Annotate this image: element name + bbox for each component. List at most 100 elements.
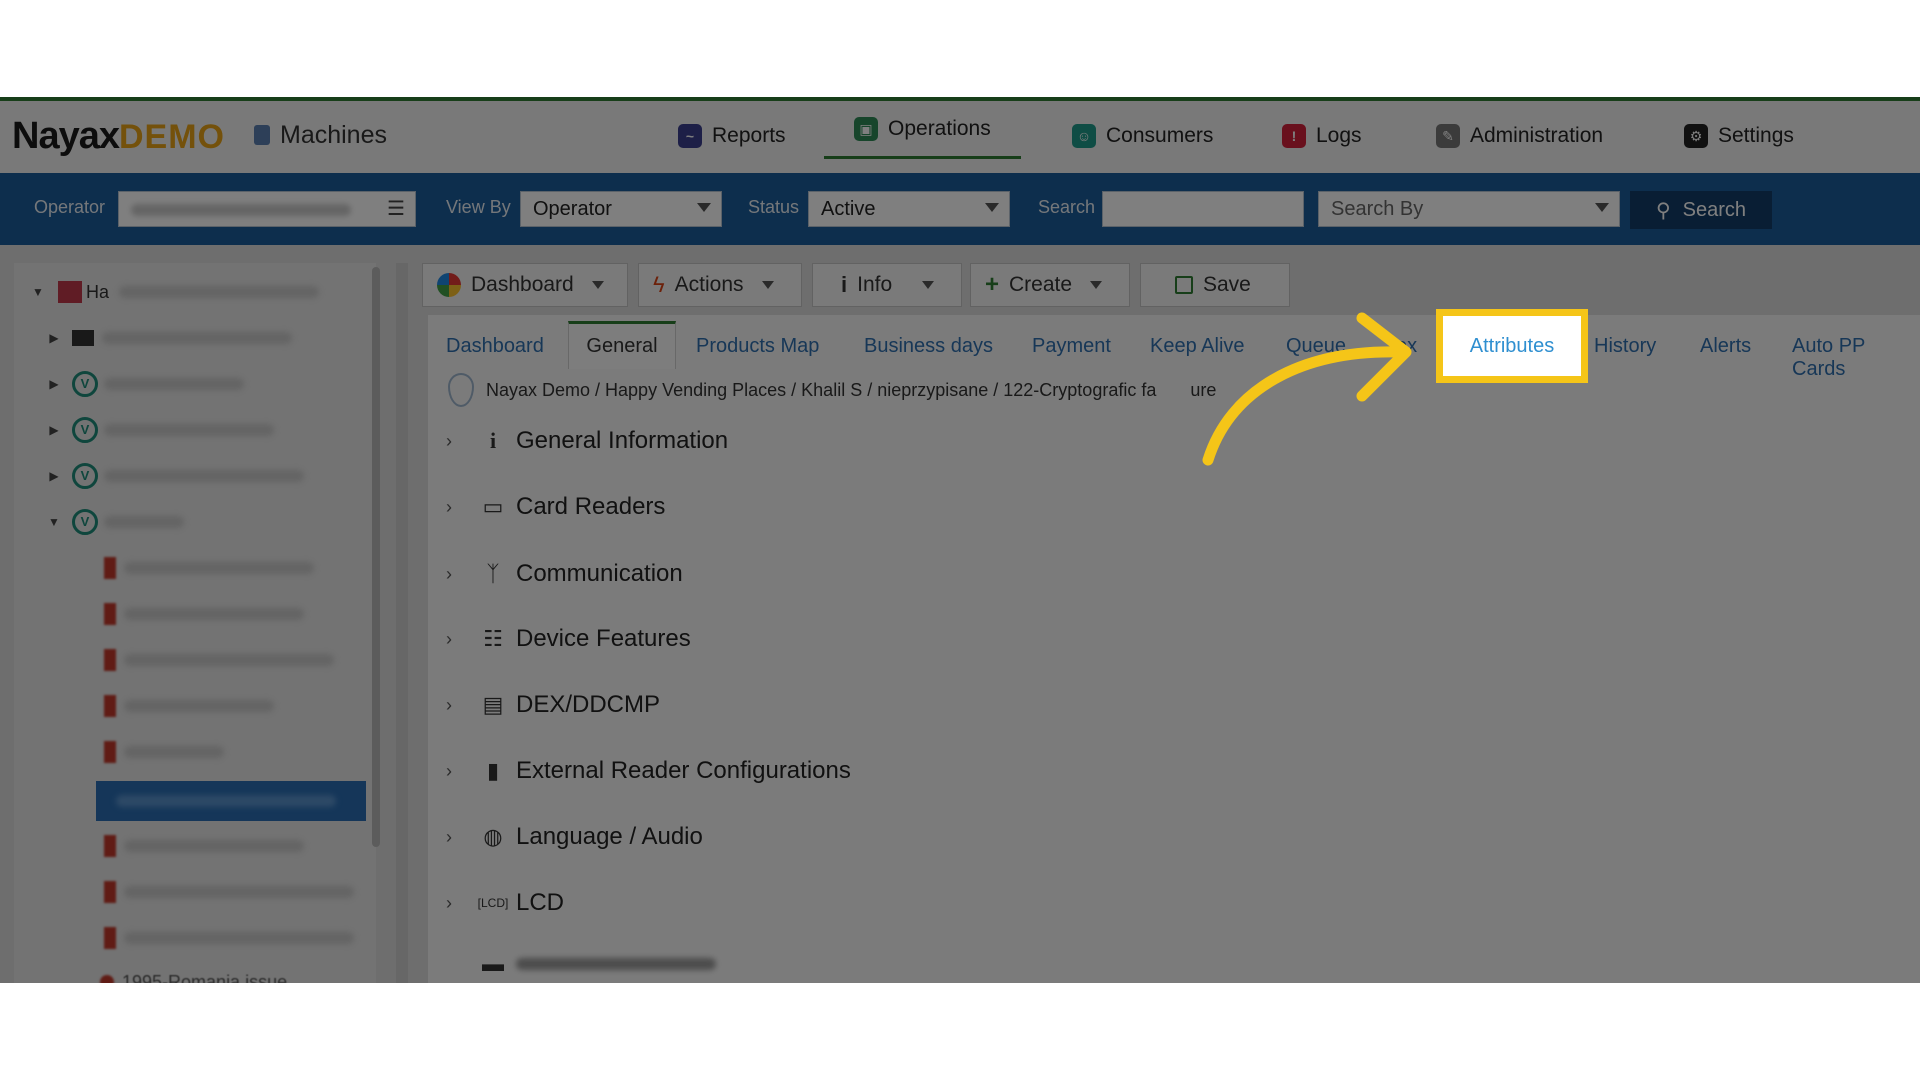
actions-menu-button[interactable]: ϟ Actions <box>638 263 802 307</box>
tab-business-days[interactable]: Business days <box>864 335 993 358</box>
section-communication[interactable]: › ᛉ Communication <box>446 560 683 588</box>
card-reader-icon: ▭ <box>482 494 504 519</box>
machine-status-icon <box>104 603 116 625</box>
expand-toggle[interactable]: ▼ <box>44 515 64 529</box>
tree-root-label: Ha <box>86 281 110 302</box>
tree-leaf[interactable] <box>104 831 304 861</box>
operator-picker[interactable]: ☰ <box>118 191 416 227</box>
info-menu-button[interactable]: i Info <box>812 263 962 307</box>
nayax-logo[interactable]: NayaxDEMO <box>12 115 225 158</box>
tree-leaf[interactable] <box>104 599 304 629</box>
tab-dashboard[interactable]: Dashboard <box>446 335 544 358</box>
expand-toggle[interactable]: ▼ <box>28 285 48 299</box>
lightning-icon: ϟ <box>653 272 665 297</box>
info-icon: i <box>489 428 497 453</box>
breadcrumb-path: Nayax Demo / Happy Vending Places / Khal… <box>486 379 1157 400</box>
search-button[interactable]: ⚲ Search <box>1630 191 1772 229</box>
tab-alerts[interactable]: Alerts <box>1700 335 1751 358</box>
chevron-right-icon: › <box>446 563 452 584</box>
nav-reports[interactable]: ~ Reports <box>678 121 786 151</box>
section-partial[interactable]: ▬ <box>446 951 716 977</box>
tab-general[interactable]: General <box>568 321 676 369</box>
viewby-select[interactable]: Operator <box>520 191 722 227</box>
save-icon <box>1175 276 1193 294</box>
document-icon: ▤ <box>482 692 504 717</box>
tree-item[interactable]: ▶ <box>44 323 292 353</box>
machine-status-icon <box>104 695 116 717</box>
tree-scrollbar[interactable] <box>372 267 380 847</box>
expand-toggle[interactable]: ▶ <box>44 469 64 483</box>
section-label: LCD <box>516 889 565 916</box>
vending-icon: V <box>72 371 98 397</box>
screenshot-stage: NayaxDEMO Machines ~ Reports ▣ Operation… <box>0 0 1920 1080</box>
dashboard-icon <box>437 273 461 297</box>
tree-item[interactable]: ▼ V <box>44 507 184 537</box>
tab-attributes[interactable]: Attributes <box>1436 309 1588 383</box>
plus-icon: + <box>985 271 1000 298</box>
tab-auto-pp-cards[interactable]: Auto PP Cards <box>1792 335 1920 381</box>
section-label: Device Features <box>516 625 691 652</box>
tree-label-redacted <box>124 886 354 898</box>
searchby-select[interactable]: Search By <box>1318 191 1620 227</box>
antenna-icon: ᛉ <box>486 561 500 586</box>
save-button-label: Save <box>1203 273 1251 296</box>
tab-history[interactable]: History <box>1594 335 1656 358</box>
expand-toggle[interactable]: ▶ <box>44 377 64 391</box>
viewby-value: Operator <box>533 198 612 220</box>
folder-icon: ▬ <box>482 951 504 976</box>
create-menu-button[interactable]: + Create <box>970 263 1130 307</box>
tree-item[interactable]: ▶ V <box>44 415 274 445</box>
panel-splitter[interactable] <box>396 263 408 983</box>
tree-item[interactable]: ▶ V <box>44 461 304 491</box>
chevron-down-icon <box>697 203 711 212</box>
tree-leaf-label: 1995-Romania issue <box>122 971 288 984</box>
tree-leaf[interactable] <box>104 691 274 721</box>
lcd-icon: [LCD] <box>477 896 509 910</box>
nav-settings[interactable]: ⚙ Settings <box>1684 121 1794 151</box>
dashboard-menu-button[interactable]: Dashboard <box>422 263 628 307</box>
vending-icon: V <box>72 417 98 443</box>
nav-operations[interactable]: ▣ Operations <box>824 115 1021 159</box>
tree-leaf[interactable] <box>104 645 334 675</box>
chevron-down-icon <box>985 203 999 212</box>
status-value: Active <box>821 198 876 220</box>
tab-payment[interactable]: Payment <box>1032 335 1111 358</box>
tab-products-map[interactable]: Products Map <box>696 335 819 358</box>
section-label: Language / Audio <box>516 823 703 850</box>
nav-consumers[interactable]: ☺ Consumers <box>1072 121 1213 151</box>
tree-leaf[interactable]: 1995-Romania issue <box>100 967 287 983</box>
section-language-audio[interactable]: › ◍ Language / Audio <box>446 823 703 851</box>
chevron-right-icon: › <box>446 760 452 781</box>
tree-leaf[interactable] <box>104 877 354 907</box>
chevron-right-icon: › <box>446 496 452 517</box>
location-pin-icon <box>448 373 474 407</box>
vending-icon: V <box>72 509 98 535</box>
breadcrumb: Nayax Demo / Happy Vending Places / Khal… <box>448 373 1216 407</box>
operator-value-redacted <box>131 204 351 216</box>
tree-leaf[interactable] <box>104 923 354 953</box>
section-dex-ddcmp[interactable]: › ▤ DEX/DDCMP <box>446 691 660 719</box>
section-lcd[interactable]: › [LCD] LCD <box>446 889 564 917</box>
section-card-readers[interactable]: › ▭ Card Readers <box>446 493 665 521</box>
tree-root[interactable]: ▼ Ha <box>28 277 320 307</box>
chevron-right-icon: › <box>446 628 452 649</box>
tree-leaf[interactable] <box>104 737 224 767</box>
chevron-down-icon <box>1595 203 1609 212</box>
tree-leaf-selected[interactable] <box>96 781 366 821</box>
tree-label-redacted <box>124 700 274 712</box>
section-device-features[interactable]: › ☷ Device Features <box>446 625 691 653</box>
tree-leaf[interactable] <box>104 553 314 583</box>
list-icon[interactable]: ☰ <box>387 196 405 221</box>
section-external-reader-configurations[interactable]: › ▮ External Reader Configurations <box>446 757 851 785</box>
nav-logs[interactable]: ! Logs <box>1282 121 1362 151</box>
nav-administration[interactable]: ✎ Administration <box>1436 121 1603 151</box>
expand-toggle[interactable]: ▶ <box>44 331 64 345</box>
module-title-label: Machines <box>280 121 387 149</box>
tree-label-redacted <box>104 470 304 482</box>
section-general-information[interactable]: › i General Information <box>446 427 728 455</box>
status-select[interactable]: Active <box>808 191 1010 227</box>
tree-item[interactable]: ▶ V <box>44 369 244 399</box>
expand-toggle[interactable]: ▶ <box>44 423 64 437</box>
search-input[interactable] <box>1102 191 1304 227</box>
chevron-down-icon <box>591 281 604 289</box>
